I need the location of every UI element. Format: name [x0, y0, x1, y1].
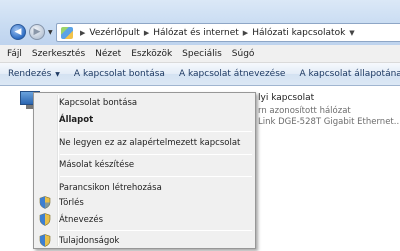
menu-edit[interactable]: Szerkesztés — [32, 49, 85, 59]
connection-status-button[interactable]: A kapcsolat állapotának m — [299, 69, 400, 79]
chevron-down-icon: ▼ — [55, 71, 60, 78]
connection-name[interactable]: lyi kapcsolat — [258, 93, 314, 103]
chevron-down-icon[interactable]: ▼ — [349, 29, 354, 37]
chevron-right-icon[interactable]: ▶ — [243, 29, 248, 37]
menu-separator — [60, 230, 252, 231]
menu-item-copy[interactable]: Másolat készítése — [58, 158, 134, 172]
rename-connection-button[interactable]: A kapcsolat átnevezése — [179, 69, 285, 79]
breadcrumb-control-panel[interactable]: Vezérlőpult — [89, 28, 139, 38]
uac-shield-icon — [39, 196, 51, 209]
context-menu: Kapcsolat bontása Állapot Ne legyen ez a… — [33, 92, 256, 249]
menu-item-create-shortcut[interactable]: Parancsikon létrehozása — [58, 181, 162, 195]
menu-separator — [60, 131, 252, 132]
menu-item-rename[interactable]: Átnevezés — [58, 213, 103, 227]
forward-arrow-icon: ▶ — [33, 27, 41, 37]
menu-help[interactable]: Súgó — [232, 49, 255, 59]
back-arrow-icon: ◀ — [14, 27, 22, 37]
menu-item-disconnect[interactable]: Kapcsolat bontása — [58, 96, 137, 110]
connection-device: Link DGE-528T Gigabit Ethernet... — [258, 117, 400, 127]
chevron-right-icon[interactable]: ▶ — [144, 29, 149, 37]
organize-label: Rendezés — [8, 69, 52, 79]
control-panel-icon — [61, 26, 73, 39]
menu-bar: Fájl Szerkesztés Nézet Eszközök Speciáli… — [0, 45, 400, 63]
breadcrumb-network-internet[interactable]: Hálózat és internet — [153, 28, 239, 38]
menu-tools[interactable]: Eszközök — [131, 49, 172, 59]
connection-status: rn azonosított hálózat — [258, 106, 351, 116]
menu-separator — [60, 176, 252, 177]
menu-item-properties[interactable]: Tulajdonságok — [58, 234, 119, 248]
organize-button[interactable]: Rendezés ▼ — [8, 69, 60, 79]
menu-advanced[interactable]: Speciális — [182, 49, 222, 59]
chevron-right-icon[interactable]: ▶ — [80, 29, 85, 37]
menu-item-status[interactable]: Állapot — [58, 113, 93, 127]
disconnect-button[interactable]: A kapcsolat bontása — [74, 69, 165, 79]
menu-view[interactable]: Nézet — [95, 49, 121, 59]
back-button[interactable]: ◀ — [10, 24, 26, 40]
menu-file[interactable]: Fájl — [7, 49, 22, 59]
menu-item-not-default[interactable]: Ne legyen ez az alapértelmezett kapcsola… — [58, 136, 240, 150]
address-box[interactable]: ▶ Vezérlőpult ▶ Hálózat és internet ▶ Há… — [56, 23, 400, 42]
forward-button[interactable]: ▶ — [29, 24, 45, 40]
menu-separator — [60, 154, 252, 155]
breadcrumb-network-connections[interactable]: Hálózati kapcsolatok — [252, 28, 345, 38]
uac-shield-icon — [39, 234, 51, 247]
recent-pages-dropdown-icon[interactable]: ▼ — [48, 29, 53, 36]
uac-shield-icon — [39, 213, 51, 226]
command-bar: Rendezés ▼ A kapcsolat bontása A kapcsola… — [0, 63, 400, 86]
menu-item-delete[interactable]: Törlés — [58, 196, 84, 210]
address-bar-area: ◀ ▶ ▼ ▶ Vezérlőpult ▶ Hálózat és interne… — [0, 0, 400, 45]
